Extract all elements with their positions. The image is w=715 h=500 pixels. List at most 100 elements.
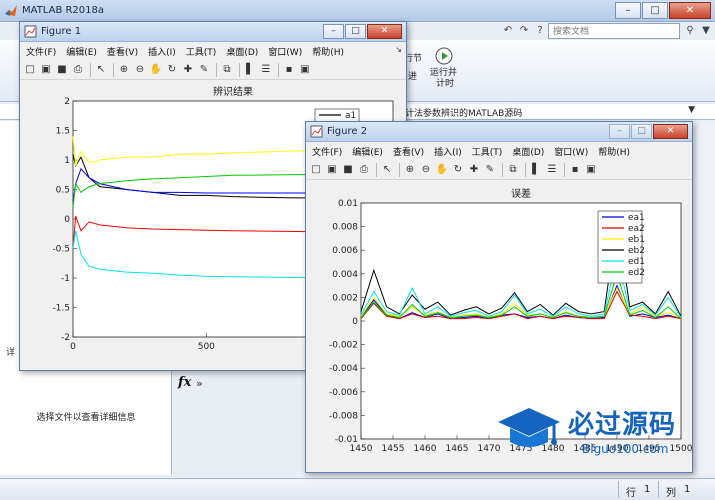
toolbar-separator: [502, 162, 503, 177]
dock-arrow-icon[interactable]: ↘: [395, 45, 402, 54]
y-tick-label: -1: [61, 274, 70, 284]
figure-1-titlebar[interactable]: Figure 1 – □ ✕: [20, 22, 406, 42]
search-icon[interactable]: ⚲: [682, 23, 698, 39]
details-header[interactable]: 详: [6, 345, 15, 358]
legend-label: ea1: [628, 213, 645, 223]
show-tools-icon[interactable]: ▣: [298, 63, 312, 77]
zoom-in-icon[interactable]: ⊕: [117, 63, 131, 77]
figure-1-menu-item[interactable]: 工具(T): [186, 45, 217, 58]
pan-icon[interactable]: ✋: [435, 163, 449, 177]
figure-2-menu-item[interactable]: 帮助(H): [598, 145, 630, 158]
y-tick-label: -0.008: [329, 411, 358, 421]
data-cursor-icon[interactable]: ✚: [181, 63, 195, 77]
maximize-button[interactable]: □: [642, 2, 668, 19]
figure-1-close-button[interactable]: ✕: [367, 24, 402, 39]
legend-icon[interactable]: ☰: [259, 63, 273, 77]
toolbar-separator: [278, 62, 279, 77]
x-tick-label: 0: [70, 342, 76, 352]
figure-2-menu-item[interactable]: 桌面(D): [512, 145, 544, 158]
figure-2-menu-item[interactable]: 插入(I): [434, 145, 462, 158]
rotate-icon[interactable]: ↻: [165, 63, 179, 77]
new-figure-icon[interactable]: □: [309, 163, 323, 177]
brush-icon[interactable]: ✎: [483, 163, 497, 177]
figure-1-menu-item[interactable]: 桌面(D): [226, 45, 258, 58]
y-tick-label: 0: [64, 215, 70, 225]
link-plot-icon[interactable]: ⧉: [506, 163, 520, 177]
y-tick-label: 1: [64, 156, 70, 166]
colorbar-icon[interactable]: ▌: [243, 63, 257, 77]
figure-2-maximize-button[interactable]: □: [631, 124, 652, 139]
figure-1-toolbar: □ ▣ ■ ⎙ ↖ ⊕ ⊖ ✋ ↻ ✚ ✎ ⧉ ▌ ☰ ▪ ▣: [20, 60, 406, 80]
col-value: 1: [684, 484, 691, 495]
y-tick-label: -0.002: [329, 341, 358, 351]
figure-1-menu-item[interactable]: 文件(F): [26, 45, 56, 58]
figure-2-menu-item[interactable]: 窗口(W): [554, 145, 588, 158]
y-tick-label: 0: [352, 317, 358, 327]
figure-1-menu-item[interactable]: 查看(V): [107, 45, 138, 58]
figure-1-menu-item[interactable]: 帮助(H): [312, 45, 344, 58]
x-tick-label: 1460: [414, 444, 437, 454]
x-tick-label: 1465: [446, 444, 469, 454]
figure-2-toolbar: □ ▣ ■ ⎙ ↖ ⊕ ⊖ ✋ ↻ ✚ ✎ ⧉ ▌ ☰ ▪ ▣: [306, 160, 692, 180]
save-icon[interactable]: ■: [55, 63, 69, 77]
notification-icon[interactable]: ▼: [698, 23, 714, 39]
zoom-out-icon[interactable]: ⊖: [419, 163, 433, 177]
y-tick-label: 0.5: [56, 186, 70, 196]
figure-1-menu-item[interactable]: 编辑(E): [66, 45, 97, 58]
search-documentation-input[interactable]: [548, 23, 680, 39]
legend-label: ed2: [628, 268, 645, 278]
figure-1-menu-item[interactable]: 窗口(W): [268, 45, 302, 58]
figure-2-close-button[interactable]: ✕: [653, 124, 688, 139]
legend-label: eb2: [628, 246, 645, 256]
open-file-icon[interactable]: ▣: [39, 63, 53, 77]
figure-2-menu-item[interactable]: 查看(V): [393, 145, 424, 158]
run-and-time-icon[interactable]: [434, 46, 454, 66]
pointer-icon[interactable]: ↖: [380, 163, 394, 177]
legend-icon[interactable]: ☰: [545, 163, 559, 177]
pan-icon[interactable]: ✋: [149, 63, 163, 77]
open-file-icon[interactable]: ▣: [325, 163, 339, 177]
x-tick-label: 1455: [382, 444, 405, 454]
figure-1-menu-item[interactable]: 插入(I): [148, 45, 176, 58]
link-plot-icon[interactable]: ⧉: [220, 63, 234, 77]
show-tools-icon[interactable]: ▣: [584, 163, 598, 177]
advance-label[interactable]: 进: [408, 72, 417, 83]
figure-1-maximize-button[interactable]: □: [345, 24, 366, 39]
minimize-button[interactable]: –: [615, 2, 641, 19]
hide-tools-icon[interactable]: ▪: [282, 63, 296, 77]
x-tick-label: 1450: [350, 444, 373, 454]
rotate-icon[interactable]: ↻: [451, 163, 465, 177]
close-button[interactable]: ✕: [669, 2, 711, 19]
figure-2-minimize-button[interactable]: –: [609, 124, 630, 139]
brush-icon[interactable]: ✎: [197, 63, 211, 77]
toolbar-separator: [90, 62, 91, 77]
command-prompt[interactable]: fx »: [176, 375, 306, 393]
toolbar-separator: [376, 162, 377, 177]
legend-label: ed1: [628, 257, 645, 267]
figure-2-menu-item[interactable]: 编辑(E): [352, 145, 383, 158]
hide-tools-icon[interactable]: ▪: [568, 163, 582, 177]
watermark-subtext: Biguo100.com: [582, 442, 669, 456]
zoom-out-icon[interactable]: ⊖: [133, 63, 147, 77]
figure-2-menu-item[interactable]: 文件(F): [312, 145, 342, 158]
print-icon[interactable]: ⎙: [357, 163, 371, 177]
y-tick-label: 2: [64, 97, 70, 107]
colorbar-icon[interactable]: ▌: [529, 163, 543, 177]
undo-icon[interactable]: ↶: [500, 23, 516, 39]
data-cursor-icon[interactable]: ✚: [467, 163, 481, 177]
figure-1-minimize-button[interactable]: –: [323, 24, 344, 39]
print-icon[interactable]: ⎙: [71, 63, 85, 77]
zoom-in-icon[interactable]: ⊕: [403, 163, 417, 177]
save-icon[interactable]: ■: [341, 163, 355, 177]
new-figure-icon[interactable]: □: [23, 63, 37, 77]
figure-2-menu-item[interactable]: 工具(T): [472, 145, 503, 158]
toolbar-separator: [113, 62, 114, 77]
figure-2-titlebar[interactable]: Figure 2 – □ ✕: [306, 122, 692, 142]
run-and-time-label-1: 运行并: [430, 68, 458, 78]
help-icon[interactable]: ?: [532, 23, 548, 39]
path-dropdown-icon[interactable]: ▼: [688, 105, 695, 115]
redo-icon[interactable]: ↷: [516, 23, 532, 39]
pointer-icon[interactable]: ↖: [94, 63, 108, 77]
toolbar-separator: [399, 162, 400, 177]
watermark-text: 必过源码: [568, 410, 677, 440]
